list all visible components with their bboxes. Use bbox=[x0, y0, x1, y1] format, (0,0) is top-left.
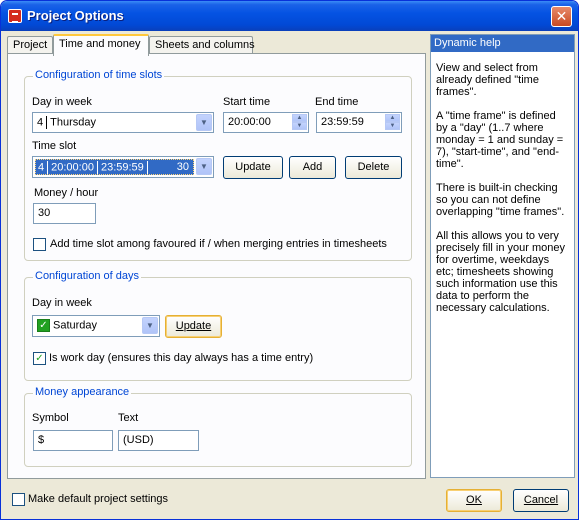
time-slot-update-button[interactable]: Update bbox=[223, 156, 283, 179]
make-default-checkbox[interactable] bbox=[12, 493, 25, 506]
time-slot-selected: 4 20:00:00 23:59:59 30 bbox=[35, 159, 194, 175]
tab-sheets-and-columns[interactable]: Sheets and columns bbox=[149, 36, 255, 54]
end-time-label: End time bbox=[315, 96, 359, 108]
slot-day: 4 bbox=[38, 161, 45, 174]
workday-checkbox[interactable]: ✓ bbox=[33, 352, 46, 365]
window-title: Project Options bbox=[27, 8, 124, 23]
help-paragraph: View and select from already defined "ti… bbox=[436, 62, 539, 98]
dynamic-help-panel: Dynamic help View and select from alread… bbox=[430, 34, 575, 478]
day-in-week-select[interactable]: 4 Thursday ▼ bbox=[32, 112, 214, 133]
end-time-input[interactable]: 23:59:59 ▲ ▼ bbox=[316, 112, 402, 133]
slot-start: 20:00:00 bbox=[51, 161, 94, 174]
days-update-button[interactable]: Update bbox=[165, 315, 222, 338]
end-time-value: 23:59:59 bbox=[321, 116, 364, 128]
tab-panel-time-and-money: Configuration of time slots Day in week … bbox=[7, 53, 426, 479]
cancel-button[interactable]: Cancel bbox=[513, 489, 569, 512]
tab-project[interactable]: Project bbox=[7, 36, 53, 54]
day-number: 4 bbox=[37, 116, 44, 129]
dynamic-help-title: Dynamic help bbox=[431, 35, 574, 52]
symbol-input[interactable]: $ bbox=[33, 430, 113, 451]
days-day-value: Saturday bbox=[53, 319, 98, 332]
money-appearance-group: Money appearance Symbol $ Text (USD) bbox=[24, 386, 412, 467]
slot-amount: 30 bbox=[176, 161, 189, 173]
close-icon: ✕ bbox=[555, 8, 568, 24]
help-paragraph: There is built-in checking so you can no… bbox=[436, 182, 565, 218]
spin-updown-icon[interactable]: ▲ ▼ bbox=[292, 114, 307, 131]
checkmark-icon: ✓ bbox=[35, 353, 44, 364]
money-per-hour-label: Money / hour bbox=[34, 187, 99, 199]
favoured-checkbox-label: Add time slot among favoured if / when m… bbox=[50, 238, 387, 250]
workday-checkbox-label: Is work day (ensures this day always has… bbox=[49, 352, 314, 364]
days-day-select[interactable]: ✓ Saturday ▼ bbox=[32, 315, 160, 337]
start-time-label: Start time bbox=[223, 96, 271, 108]
dynamic-help-body: View and select from already defined "ti… bbox=[431, 52, 574, 314]
symbol-label: Symbol bbox=[32, 412, 69, 424]
spin-updown-icon[interactable]: ▲ ▼ bbox=[385, 114, 400, 131]
start-time-value: 20:00:00 bbox=[228, 116, 271, 128]
ok-label: OK bbox=[466, 494, 482, 506]
chevron-down-icon[interactable]: ▼ bbox=[142, 317, 158, 334]
day-name: Thursday bbox=[50, 116, 96, 129]
project-options-window: Project Options ✕ Project Time and money… bbox=[0, 0, 579, 520]
cancel-label: Cancel bbox=[523, 494, 559, 506]
time-slots-group: Configuration of time slots Day in week … bbox=[24, 69, 412, 261]
favoured-checkbox[interactable] bbox=[33, 238, 46, 251]
time-slot-label: Time slot bbox=[32, 140, 77, 152]
make-default-checkbox-label: Make default project settings bbox=[28, 493, 169, 505]
help-paragraph: All this allows you to very precisely fi… bbox=[436, 230, 565, 314]
money-per-hour-input[interactable]: 30 bbox=[33, 203, 96, 224]
time-slot-add-button[interactable]: Add bbox=[289, 156, 336, 179]
app-icon bbox=[8, 9, 22, 23]
time-slot-delete-button[interactable]: Delete bbox=[345, 156, 402, 179]
title-bar[interactable]: Project Options ✕ bbox=[1, 1, 578, 31]
chevron-down-icon[interactable]: ▼ bbox=[196, 114, 212, 131]
days-group-title: Configuration of days bbox=[33, 270, 141, 282]
days-group: Configuration of days Day in week ✓ Satur… bbox=[24, 270, 412, 381]
days-update-label: Update bbox=[175, 320, 212, 332]
day-in-week-label: Day in week bbox=[32, 96, 92, 108]
text-input[interactable]: (USD) bbox=[118, 430, 199, 451]
help-paragraph: A "time frame" is defined by a "day" (1.… bbox=[436, 110, 564, 170]
time-slots-group-title: Configuration of time slots bbox=[33, 69, 165, 81]
checkmark-icon: ✓ bbox=[37, 319, 50, 332]
tab-time-and-money[interactable]: Time and money bbox=[53, 34, 149, 56]
close-button[interactable]: ✕ bbox=[551, 6, 572, 27]
text-label: Text bbox=[118, 412, 139, 424]
start-time-input[interactable]: 20:00:00 ▲ ▼ bbox=[223, 112, 309, 133]
ok-button[interactable]: OK bbox=[446, 489, 502, 512]
money-appearance-group-title: Money appearance bbox=[33, 386, 132, 398]
chevron-down-icon[interactable]: ▼ bbox=[196, 158, 212, 175]
time-slot-select[interactable]: 4 20:00:00 23:59:59 30 ▼ bbox=[32, 156, 214, 178]
days-day-in-week-label: Day in week bbox=[32, 297, 92, 309]
slot-end: 23:59:59 bbox=[100, 161, 144, 174]
